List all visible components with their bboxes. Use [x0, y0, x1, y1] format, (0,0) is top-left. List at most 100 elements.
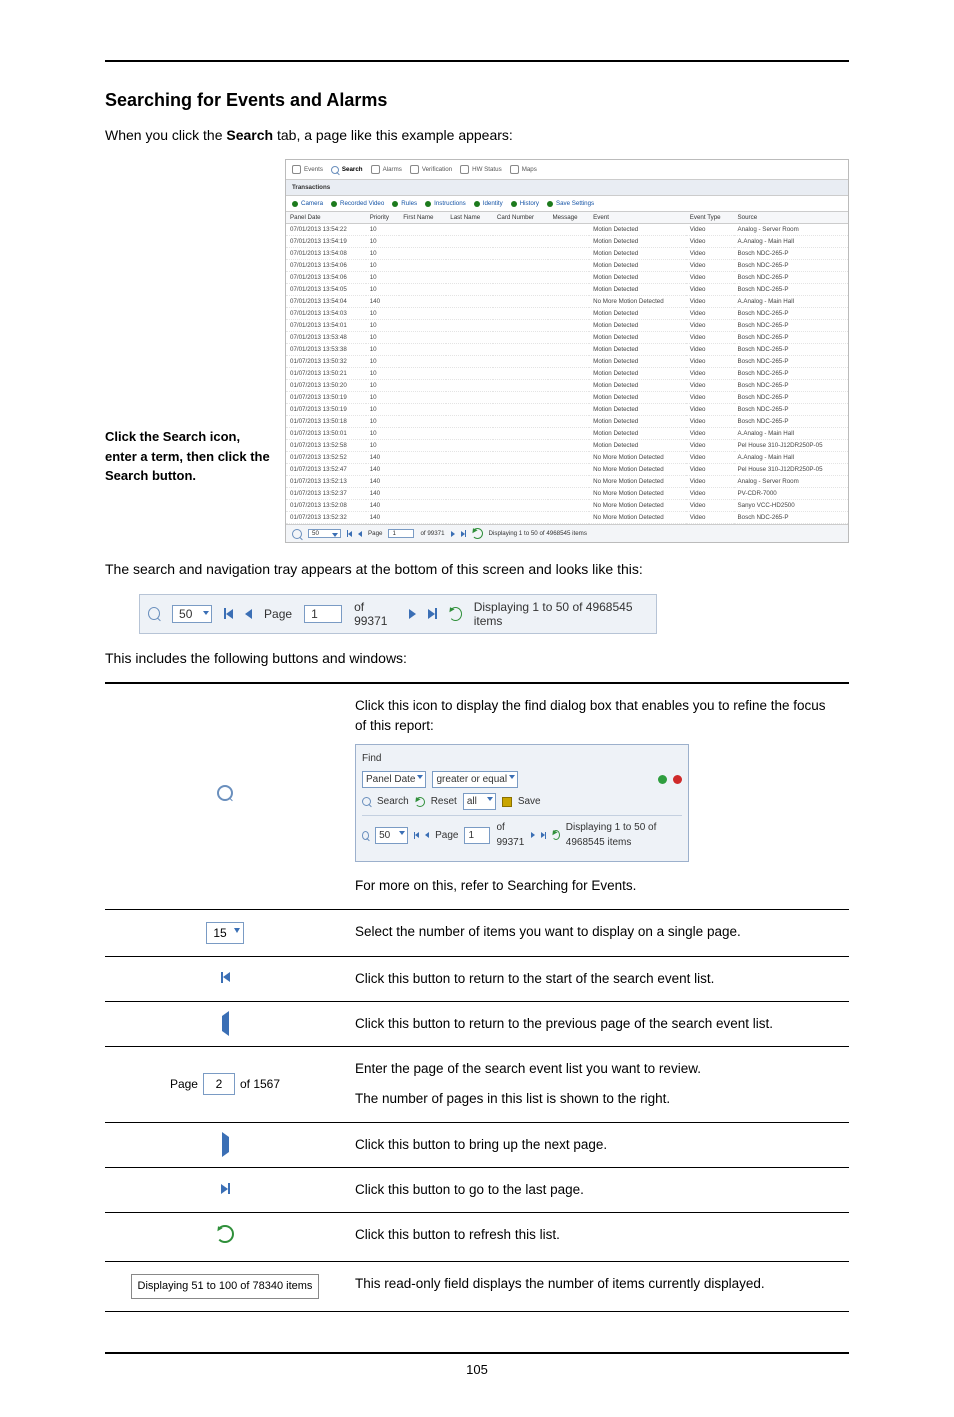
next-page-button[interactable] — [531, 832, 535, 838]
tab-alarms[interactable]: Alarms — [371, 165, 402, 174]
prev-page-button[interactable] — [425, 832, 429, 838]
table-row[interactable]: 07/01/2013 13:53:3810Motion DetectedVide… — [286, 344, 848, 356]
last-page-button[interactable] — [461, 530, 466, 537]
search-icon[interactable] — [148, 607, 160, 620]
table-row[interactable]: 01/07/2013 13:50:1810Motion DetectedVide… — [286, 416, 848, 428]
search-icon[interactable] — [362, 831, 369, 840]
remove-criteria-icon[interactable] — [673, 775, 682, 784]
page-label: Page — [368, 530, 382, 537]
page-top-rule — [105, 60, 849, 62]
table-row[interactable]: 01/07/2013 13:52:37140No More Motion Det… — [286, 488, 848, 500]
table-row[interactable]: 07/01/2013 13:54:0110Motion DetectedVide… — [286, 320, 848, 332]
table-row[interactable]: 01/07/2013 13:50:3210Motion DetectedVide… — [286, 356, 848, 368]
refresh-icon[interactable] — [472, 528, 483, 539]
first-page-button[interactable] — [347, 530, 352, 537]
field-select[interactable]: Panel Date — [362, 771, 426, 788]
last-page-button[interactable] — [221, 1183, 230, 1194]
table-row[interactable]: 01/07/2013 13:52:5810Motion DetectedVide… — [286, 440, 848, 452]
table-row[interactable]: 01/07/2013 13:52:13140No More Motion Det… — [286, 476, 848, 488]
page-size-select[interactable]: 15 — [206, 922, 243, 944]
page-size-select[interactable]: 50 — [172, 605, 212, 623]
page-size-description: Select the number of items you want to d… — [345, 909, 849, 956]
next-page-button[interactable] — [451, 531, 455, 537]
search-icon — [362, 797, 371, 806]
last-page-button[interactable] — [428, 608, 437, 619]
filter-save-settings[interactable]: Save Settings — [547, 200, 594, 207]
table-row[interactable]: 07/01/2013 13:54:0310Motion DetectedVide… — [286, 308, 848, 320]
table-row[interactable]: 01/07/2013 13:50:1910Motion DetectedVide… — [286, 392, 848, 404]
chip-icon — [460, 165, 469, 174]
col-card-number[interactable]: Card Number — [493, 212, 549, 224]
table-row[interactable]: 01/07/2013 13:50:0110Motion DetectedVide… — [286, 428, 848, 440]
nav-tray: 50 Page 1 of 99371 Displaying 1 to 50 of… — [139, 594, 657, 634]
col-panel-date[interactable]: Panel Date — [286, 212, 366, 224]
filter-instructions[interactable]: Instructions — [425, 200, 466, 207]
next-page-button[interactable] — [222, 1132, 229, 1157]
prev-page-button[interactable] — [245, 609, 252, 619]
page-size-select[interactable]: 50 — [308, 529, 341, 538]
tab-hwstatus[interactable]: HW Status — [460, 165, 502, 174]
page-input[interactable]: 1 — [464, 827, 490, 844]
col-message[interactable]: Message — [548, 212, 589, 224]
table-row[interactable]: 07/01/2013 13:54:0610Motion DetectedVide… — [286, 272, 848, 284]
filter-recorded-video[interactable]: Recorded Video — [331, 200, 384, 207]
tab-search[interactable]: Search — [331, 166, 363, 174]
table-row[interactable]: 07/01/2013 13:53:4810Motion DetectedVide… — [286, 332, 848, 344]
page-number: 105 — [466, 1362, 488, 1377]
table-row[interactable]: 01/07/2013 13:50:1910Motion DetectedVide… — [286, 404, 848, 416]
next-page-button[interactable] — [409, 609, 416, 619]
table-row[interactable]: 07/01/2013 13:54:2210Motion DetectedVide… — [286, 224, 848, 236]
table-row[interactable]: 01/07/2013 13:52:52140No More Motion Det… — [286, 452, 848, 464]
page-size-select[interactable]: 50 — [375, 827, 408, 844]
refresh-icon[interactable] — [449, 607, 462, 621]
col-event-type[interactable]: Event Type — [686, 212, 734, 224]
first-page-button[interactable] — [221, 972, 230, 983]
intro-prefix: When you click the — [105, 127, 226, 143]
filter-camera[interactable]: Camera — [292, 200, 323, 207]
table-row: Click this button to go to the last page… — [105, 1167, 849, 1212]
table-row[interactable]: 07/01/2013 13:54:0810Motion DetectedVide… — [286, 248, 848, 260]
tab-verification[interactable]: Verification — [410, 165, 452, 174]
prev-page-description: Click this button to return to the previ… — [345, 1001, 849, 1046]
pager-mini: 50 Page 1 of 99371 Displaying 1 to 50 of… — [286, 524, 848, 542]
prev-page-button[interactable] — [222, 1011, 229, 1036]
tab-maps[interactable]: Maps — [510, 165, 537, 174]
table-row[interactable]: 07/01/2013 13:54:0510Motion DetectedVide… — [286, 284, 848, 296]
page-input[interactable]: 1 — [388, 529, 414, 538]
col-last-name[interactable]: Last Name — [446, 212, 493, 224]
table-row[interactable]: 01/07/2013 13:50:2010Motion DetectedVide… — [286, 380, 848, 392]
table-row[interactable]: 01/07/2013 13:50:2110Motion DetectedVide… — [286, 368, 848, 380]
first-page-button[interactable] — [224, 608, 233, 619]
operator-select[interactable]: greater or equal — [432, 771, 518, 788]
table-row[interactable]: 01/07/2013 13:52:08140No More Motion Det… — [286, 500, 848, 512]
plus-icon — [425, 201, 431, 207]
last-page-button[interactable] — [541, 832, 546, 839]
refresh-icon[interactable] — [216, 1225, 234, 1243]
refresh-icon[interactable] — [552, 830, 560, 840]
search-button[interactable]: Search — [377, 794, 409, 809]
filter-identity[interactable]: Identity — [474, 200, 503, 207]
col-first-name[interactable]: First Name — [399, 212, 446, 224]
search-icon[interactable] — [217, 785, 233, 801]
reset-button[interactable]: Reset — [431, 794, 457, 809]
col-event[interactable]: Event — [589, 212, 686, 224]
filter-rules[interactable]: Rules — [392, 200, 417, 207]
table-row[interactable]: 07/01/2013 13:54:04140No More Motion Det… — [286, 296, 848, 308]
add-criteria-icon[interactable] — [658, 775, 667, 784]
table-row[interactable]: 01/07/2013 13:52:32140No More Motion Det… — [286, 512, 848, 524]
filter-history[interactable]: History — [511, 200, 539, 207]
col-priority[interactable]: Priority — [366, 212, 400, 224]
first-page-button[interactable] — [414, 832, 419, 839]
table-row[interactable]: 07/01/2013 13:54:1910Motion DetectedVide… — [286, 236, 848, 248]
tab-events[interactable]: Events — [292, 165, 323, 174]
page-input[interactable]: 1 — [304, 605, 342, 623]
save-button[interactable]: Save — [518, 794, 541, 809]
page-input[interactable]: 2 — [203, 1073, 235, 1095]
table-row[interactable]: 07/01/2013 13:54:0610Motion DetectedVide… — [286, 260, 848, 272]
table-row[interactable]: 01/07/2013 13:52:47140No More Motion Det… — [286, 464, 848, 476]
col-source[interactable]: Source — [734, 212, 848, 224]
prev-page-button[interactable] — [358, 531, 362, 537]
all-select[interactable]: all — [463, 793, 496, 810]
table-row: Click this button to bring up the next p… — [105, 1122, 849, 1167]
search-icon[interactable] — [292, 529, 302, 539]
